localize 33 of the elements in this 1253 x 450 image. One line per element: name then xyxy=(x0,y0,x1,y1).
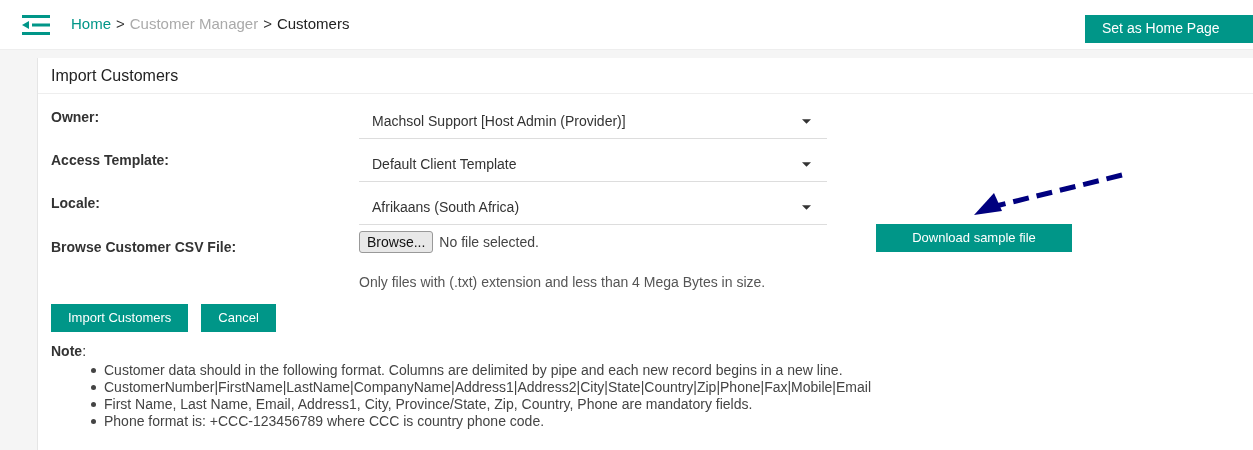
bullet-icon xyxy=(91,402,96,407)
bullet-icon xyxy=(91,368,96,373)
menu-icon[interactable] xyxy=(22,14,50,35)
bullet-icon xyxy=(91,385,96,390)
dropdown-field[interactable]: Machsol Support [Host Admin (Provider)] xyxy=(359,104,827,139)
note-item: Phone format is: +CCC-123456789 where CCC is country phone code. xyxy=(104,413,545,430)
browse-button[interactable]: Browse... xyxy=(359,231,434,253)
file-status: No file selected. xyxy=(439,232,539,252)
caret-icon xyxy=(802,161,811,167)
field-label: Access Template: xyxy=(51,151,170,170)
download-sample-button[interactable]: Download sample file xyxy=(876,224,1072,252)
file-hint: Only files with (.txt) extension and less than 4 Mega Bytes in size. xyxy=(359,273,767,291)
set-home-page-button[interactable]: Set as Home Page xyxy=(1085,14,1253,43)
note-item: First Name, Last Name, Email, Address1, City, Province/State, Zip, Country, Phone are mandatory fields. xyxy=(104,396,753,413)
breadcrumb-link[interactable]: Home xyxy=(71,13,111,36)
caret-icon xyxy=(802,118,811,124)
panel-title: Import Customers xyxy=(38,58,1253,94)
breadcrumb-separator: > xyxy=(263,14,272,35)
note-item: CustomerNumber|FirstName|LastName|CompanyName|Address1|Address2|City|State|Country|Zip|Phone|Fax|Mobile|Email xyxy=(104,379,871,396)
field-label: Owner: xyxy=(51,108,101,127)
breadcrumb-separator: > xyxy=(116,14,125,35)
field-label: Browse Customer CSV File: xyxy=(51,238,238,257)
breadcrumb-current: Customers xyxy=(276,14,350,35)
note-title: Note: xyxy=(51,342,87,361)
bullet-icon xyxy=(91,419,96,424)
dropdown-field[interactable]: Afrikaans (South Africa) xyxy=(359,190,827,225)
cancel-button[interactable]: Cancel xyxy=(201,304,276,332)
breadcrumb-link[interactable]: Customer Manager xyxy=(129,13,259,36)
field-label: Locale: xyxy=(51,194,101,213)
caret-icon xyxy=(802,204,811,210)
note-item: Customer data should in the following format. Columns are delimited by pipe and each new record begins in a new line. xyxy=(104,362,843,379)
import-button[interactable]: Import Customers xyxy=(51,304,189,332)
dropdown-field[interactable]: Default Client Template xyxy=(359,147,827,182)
